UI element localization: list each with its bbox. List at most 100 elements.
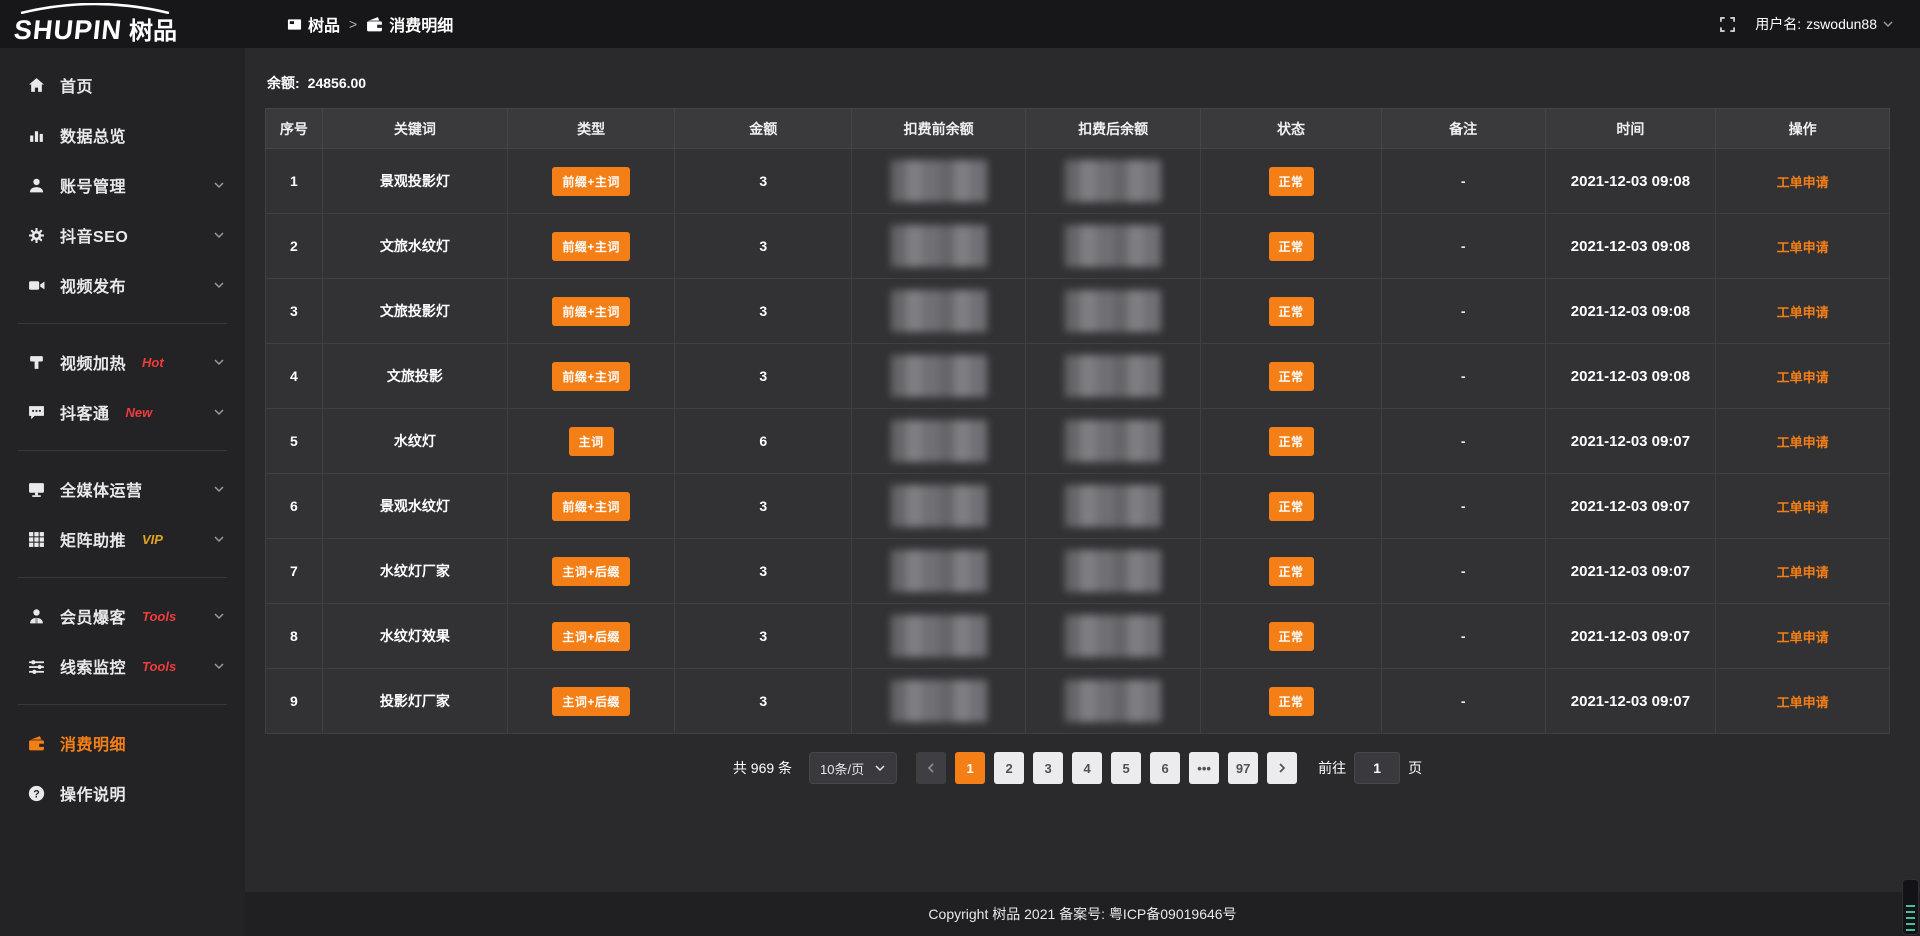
sidebar-item-操作说明[interactable]: ? 操作说明: [0, 768, 245, 818]
sidebar-item-全媒体运营[interactable]: 全媒体运营: [0, 464, 245, 514]
cell-status: 正常: [1201, 669, 1381, 734]
ticket-apply-link[interactable]: 工单申请: [1777, 695, 1829, 710]
column-header-状态: 状态: [1201, 109, 1381, 149]
cell-type: 前缀+主词: [507, 149, 674, 214]
cell-remark: -: [1381, 539, 1545, 604]
sidebar-item-消费明细[interactable]: 消费明细: [0, 718, 245, 768]
cell-amount: 3: [675, 474, 852, 539]
page-size-value: 10条/页: [820, 759, 864, 778]
wallet-icon: [366, 16, 383, 33]
breadcrumb-item-home[interactable]: 树品: [287, 12, 340, 36]
username-label: 用户名:: [1755, 14, 1801, 34]
breadcrumb-label: 消费明细: [389, 12, 453, 36]
sidebar-item-label: 消费明细: [60, 731, 126, 755]
sidebar-item-会员爆客[interactable]: 会员爆客 Tools: [0, 591, 245, 641]
balance-label: 余额:: [267, 75, 300, 91]
type-badge: 前缀+主词: [552, 232, 630, 261]
type-badge: 前缀+主词: [552, 297, 630, 326]
chevron-down-icon: [213, 660, 225, 672]
page-button-3[interactable]: 3: [1033, 752, 1063, 784]
sidebar-divider: [18, 577, 227, 578]
sidebar-item-抖客通[interactable]: 抖客通 New: [0, 387, 245, 437]
ticket-apply-link[interactable]: 工单申请: [1777, 630, 1829, 645]
user-menu[interactable]: 用户名: zswodun88: [1755, 14, 1894, 34]
cell-balance-after: [1026, 669, 1201, 734]
table-row: 6 景观水纹灯 前缀+主词 3 正常 - 2021-12-03 09:07 工单…: [266, 474, 1890, 539]
page-button-97[interactable]: 97: [1228, 752, 1258, 784]
sidebar-menu: 首页 数据总览 账号管理 抖音SEO 视频发布 视频加热 Hot 抖客通 New: [0, 48, 245, 936]
sidebar-item-账号管理[interactable]: 账号管理: [0, 160, 245, 210]
page-button-6[interactable]: 6: [1150, 752, 1180, 784]
sidebar-item-线索监控[interactable]: 线索监控 Tools: [0, 641, 245, 691]
masked-balance-before: [891, 355, 987, 397]
corner-widget[interactable]: [1902, 879, 1919, 935]
sidebar-item-矩阵助推[interactable]: 矩阵助推 VIP: [0, 514, 245, 564]
cell-status: 正常: [1201, 409, 1381, 474]
ticket-apply-link[interactable]: 工单申请: [1777, 565, 1829, 580]
sidebar-item-label: 首页: [60, 73, 93, 97]
goto-page-input[interactable]: [1354, 752, 1400, 784]
cell-status: 正常: [1201, 474, 1381, 539]
column-header-类型: 类型: [507, 109, 674, 149]
chevron-down-icon: [213, 483, 225, 495]
sidebar-item-label: 账号管理: [60, 173, 126, 197]
page-ellipsis[interactable]: •••: [1189, 752, 1219, 784]
cell-amount: 6: [675, 409, 852, 474]
ticket-apply-link[interactable]: 工单申请: [1777, 435, 1829, 450]
column-header-序号: 序号: [266, 109, 323, 149]
ticket-apply-link[interactable]: 工单申请: [1777, 305, 1829, 320]
column-header-备注: 备注: [1381, 109, 1545, 149]
fullscreen-icon[interactable]: [1720, 17, 1735, 32]
cell-remark: -: [1381, 279, 1545, 344]
page-button-5[interactable]: 5: [1111, 752, 1141, 784]
cell-amount: 3: [675, 214, 852, 279]
cell-index: 8: [266, 604, 323, 669]
sidebar-item-抖音SEO[interactable]: 抖音SEO: [0, 210, 245, 260]
sidebar-item-视频发布[interactable]: 视频发布: [0, 260, 245, 310]
masked-balance-after: [1065, 420, 1161, 462]
cell-status: 正常: [1201, 279, 1381, 344]
cell-balance-after: [1026, 214, 1201, 279]
page-size-select[interactable]: 10条/页: [809, 752, 897, 784]
balance: 余额:24856.00: [265, 48, 1890, 108]
sidebar-item-视频加热[interactable]: 视频加热 Hot: [0, 337, 245, 387]
table-row: 5 水纹灯 主词 6 正常 - 2021-12-03 09:07 工单申请: [266, 409, 1890, 474]
sidebar-item-label: 数据总览: [60, 123, 126, 147]
ticket-apply-link[interactable]: 工单申请: [1777, 175, 1829, 190]
breadcrumb-item-current[interactable]: 消费明细: [366, 12, 453, 36]
pagination: 共 969 条 10条/页 123456•••97 前往 页: [265, 752, 1890, 784]
table-row: 7 水纹灯厂家 主词+后缀 3 正常 - 2021-12-03 09:07 工单…: [266, 539, 1890, 604]
cell-balance-after: [1026, 539, 1201, 604]
page-button-2[interactable]: 2: [994, 752, 1024, 784]
status-badge: 正常: [1269, 362, 1314, 391]
ticket-apply-link[interactable]: 工单申请: [1777, 240, 1829, 255]
ticket-apply-link[interactable]: 工单申请: [1777, 500, 1829, 515]
cell-keyword: 水纹灯厂家: [322, 539, 507, 604]
sidebar-item-首页[interactable]: 首页: [0, 60, 245, 110]
page-button-1[interactable]: 1: [955, 752, 985, 784]
cell-remark: -: [1381, 149, 1545, 214]
cell-time: 2021-12-03 09:08: [1545, 344, 1716, 409]
masked-balance-before: [891, 225, 987, 267]
cell-index: 2: [266, 214, 323, 279]
chevron-down-icon: [213, 610, 225, 622]
cell-index: 6: [266, 474, 323, 539]
masked-balance-before: [891, 485, 987, 527]
next-page-button[interactable]: [1267, 752, 1297, 784]
status-badge: 正常: [1269, 427, 1314, 456]
cell-status: 正常: [1201, 604, 1381, 669]
column-header-操作: 操作: [1716, 109, 1890, 149]
cell-balance-before: [852, 279, 1026, 344]
ticket-apply-link[interactable]: 工单申请: [1777, 370, 1829, 385]
prev-page-button[interactable]: [916, 752, 946, 784]
sidebar-item-数据总览[interactable]: 数据总览: [0, 110, 245, 160]
sidebar-item-badge: New: [126, 405, 153, 420]
logo-text-en: SHUPIN: [12, 15, 123, 46]
cell-keyword: 文旅投影灯: [322, 279, 507, 344]
type-badge: 主词+后缀: [552, 687, 630, 716]
page-button-4[interactable]: 4: [1072, 752, 1102, 784]
cell-index: 3: [266, 279, 323, 344]
video-camera-icon: [27, 276, 45, 294]
table-row: 9 投影灯厂家 主词+后缀 3 正常 - 2021-12-03 09:07 工单…: [266, 669, 1890, 734]
goto-label: 前往: [1318, 758, 1346, 778]
